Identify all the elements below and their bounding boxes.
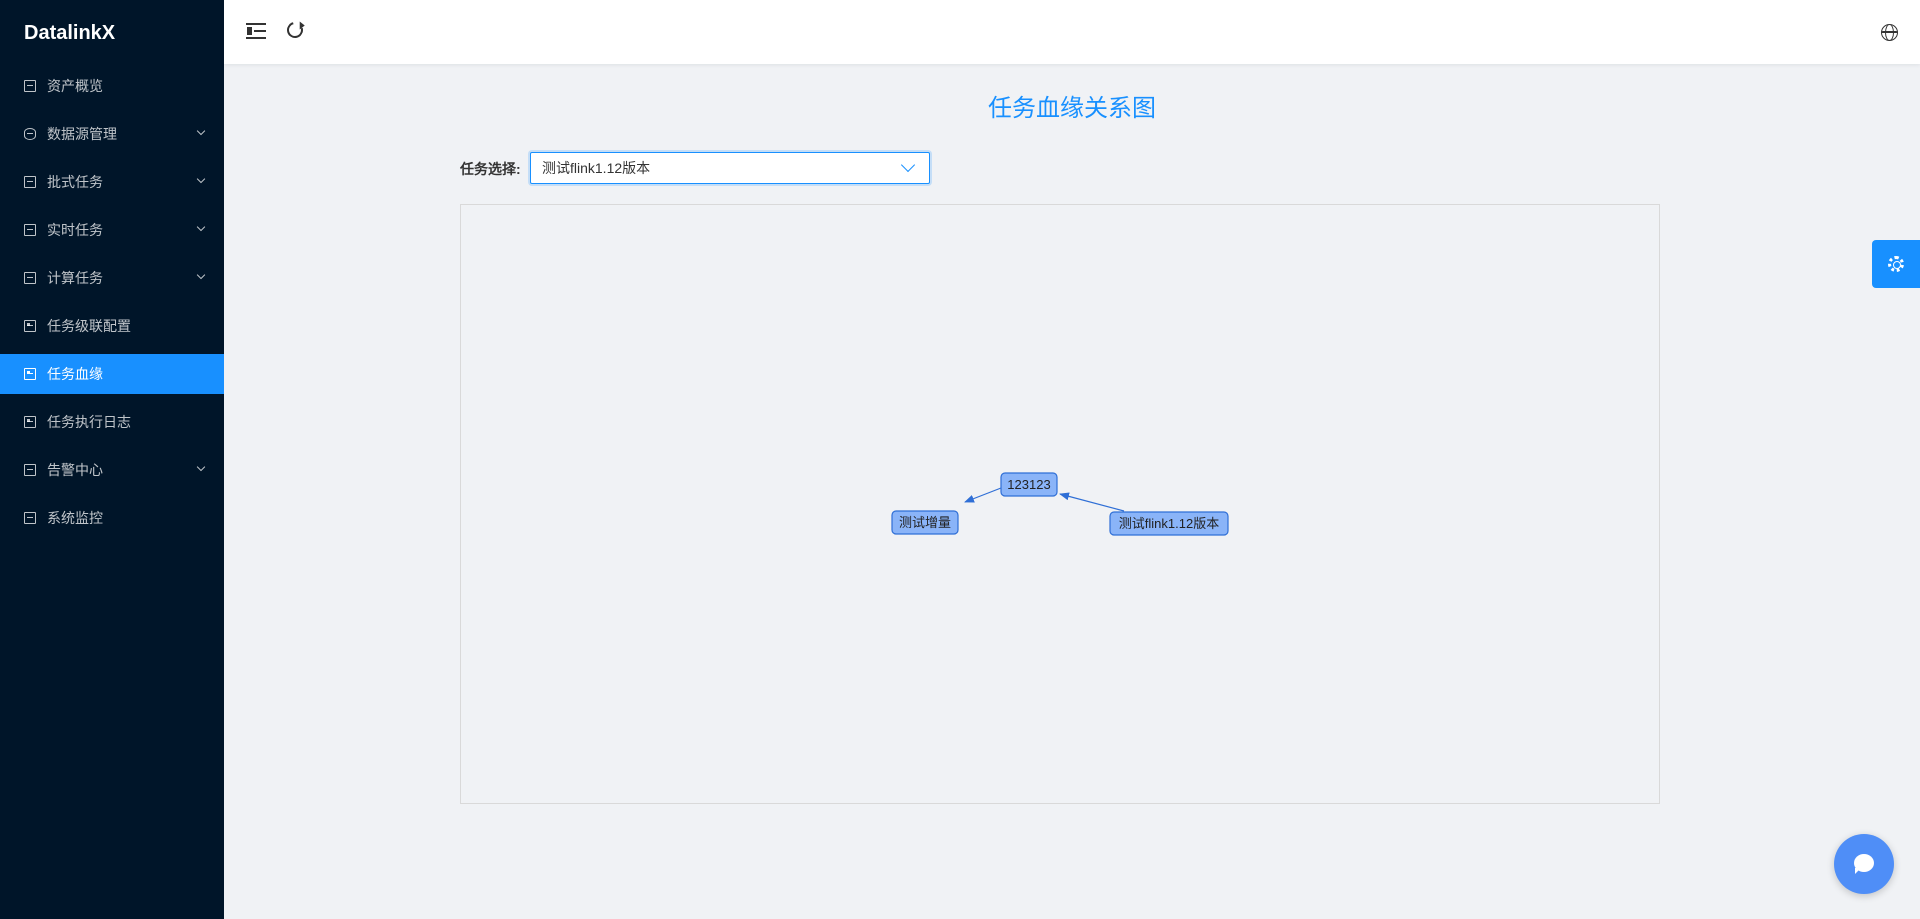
sidebar-item-label: 批式任务 xyxy=(47,174,103,190)
batch-task-icon xyxy=(24,176,36,188)
chevron-down-icon xyxy=(196,270,206,280)
task-select[interactable]: 测试flink1.12版本 xyxy=(530,152,930,184)
sidebar-item-label: 计算任务 xyxy=(47,270,103,286)
chevron-down-icon xyxy=(196,126,206,136)
svg-text:123123: 123123 xyxy=(1007,477,1050,492)
sidebar-item-alarm-center[interactable]: 告警中心 xyxy=(0,450,224,490)
sidebar-item-label: 任务级联配置 xyxy=(47,318,131,334)
graph-node[interactable]: 测试flink1.12版本 xyxy=(1109,511,1229,536)
compute-task-icon xyxy=(24,272,36,284)
page-title: 任务血缘关系图 xyxy=(988,95,1156,122)
sidebar-item-batch-task[interactable]: 批式任务 xyxy=(0,162,224,202)
sidebar-item-execution-log[interactable]: 任务执行日志 xyxy=(0,402,224,442)
monitor-icon xyxy=(24,512,36,524)
menu-fold-icon[interactable] xyxy=(246,22,266,40)
graph-edge xyxy=(964,487,1002,503)
sidebar-item-label: 实时任务 xyxy=(47,222,103,238)
brand-logo: DatalinkX xyxy=(24,21,116,44)
sidebar-item-label: 数据源管理 xyxy=(47,126,117,142)
log-icon xyxy=(24,416,36,428)
chat-icon xyxy=(1854,854,1874,874)
sidebar: DatalinkX 资产概览 数据源管理 批式任务 实时任务 计算任务 任务级联… xyxy=(0,0,224,919)
reload-icon[interactable] xyxy=(284,19,306,41)
sidebar-item-label: 任务执行日志 xyxy=(47,414,131,430)
sidebar-item-label: 系统监控 xyxy=(47,510,103,526)
sidebar-item-label: 资产概览 xyxy=(47,78,103,94)
sidebar-item-system-monitor[interactable]: 系统监控 xyxy=(0,498,224,538)
alarm-icon xyxy=(24,464,36,476)
task-select-value: 测试flink1.12版本 xyxy=(542,160,651,176)
chat-button[interactable] xyxy=(1834,834,1894,894)
globe-icon[interactable] xyxy=(1881,24,1898,41)
realtime-task-icon xyxy=(24,224,36,236)
chevron-down-icon xyxy=(196,174,206,184)
sidebar-item-compute-task[interactable]: 计算任务 xyxy=(0,258,224,298)
sidebar-menu: 资产概览 数据源管理 批式任务 实时任务 计算任务 任务级联配置 任务血缘 任务… xyxy=(0,66,224,538)
lineage-icon xyxy=(24,368,36,380)
sidebar-item-datasource[interactable]: 数据源管理 xyxy=(0,114,224,154)
svg-text:测试flink1.12版本: 测试flink1.12版本 xyxy=(1119,516,1219,531)
sidebar-item-cascade-config[interactable]: 任务级联配置 xyxy=(0,306,224,346)
cascade-config-icon xyxy=(24,320,36,332)
graph-edge xyxy=(1059,492,1125,512)
svg-text:测试增量: 测试增量 xyxy=(899,515,951,530)
sidebar-item-label: 告警中心 xyxy=(47,462,103,478)
datasource-icon xyxy=(24,128,36,140)
overview-icon xyxy=(24,80,36,92)
sidebar-item-label: 任务血缘 xyxy=(47,366,103,382)
graph-node[interactable]: 123123 xyxy=(1000,472,1058,497)
gear-icon xyxy=(1888,256,1904,272)
chevron-down-icon xyxy=(900,157,916,173)
sidebar-item-lineage[interactable]: 任务血缘 xyxy=(0,354,224,394)
task-select-label: 任务选择: xyxy=(460,161,521,177)
sidebar-item-realtime-task[interactable]: 实时任务 xyxy=(0,210,224,250)
lineage-graph[interactable]: 123123 测试增量 测试flink1.12版本 xyxy=(460,204,1660,804)
sidebar-item-overview[interactable]: 资产概览 xyxy=(0,66,224,106)
top-header xyxy=(224,0,1920,64)
chevron-down-icon xyxy=(196,222,206,232)
chevron-down-icon xyxy=(196,462,206,472)
lineage-graph-canvas: 123123 测试增量 测试flink1.12版本 xyxy=(891,472,1229,536)
graph-node[interactable]: 测试增量 xyxy=(891,510,959,535)
settings-button[interactable] xyxy=(1872,240,1920,288)
